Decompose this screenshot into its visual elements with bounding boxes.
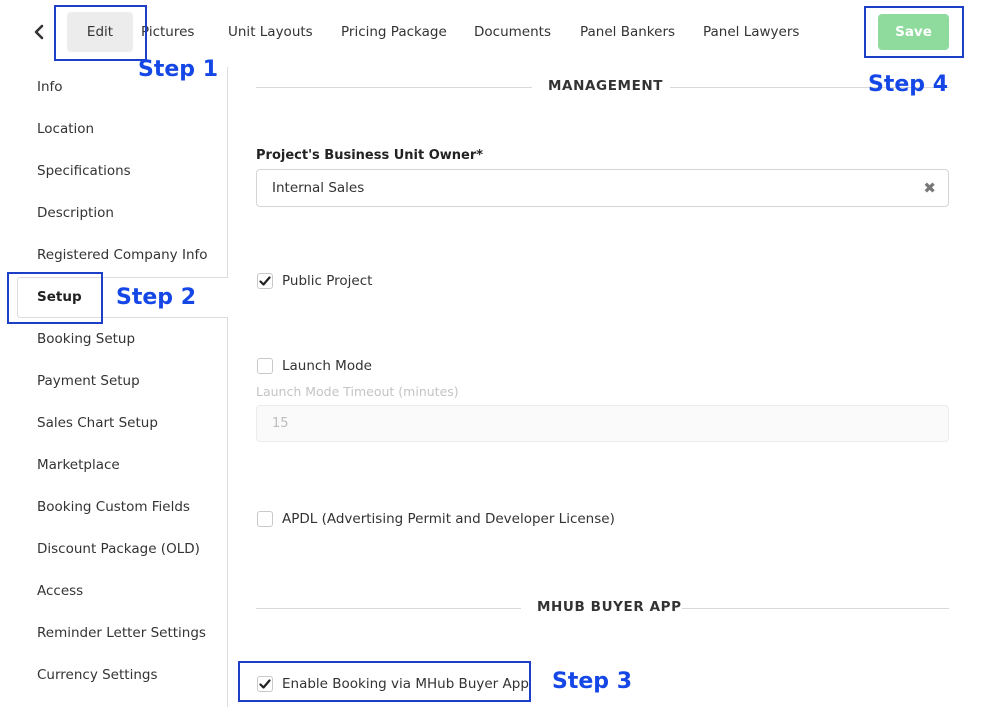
enable-booking-checkbox[interactable] xyxy=(257,676,273,692)
step2-label: Step 2 xyxy=(116,285,196,310)
sidebar-item-registered-company-info[interactable]: Registered Company Info xyxy=(37,245,208,265)
sidebar-item-setup[interactable]: Setup xyxy=(37,287,82,307)
buyer-section-divider-right xyxy=(682,608,949,609)
owner-select[interactable]: Internal Sales ✖ xyxy=(256,169,949,207)
launch-mode-checkbox[interactable] xyxy=(257,358,273,374)
save-button[interactable]: Save xyxy=(878,14,949,50)
sidebar-item-booking-custom-fields[interactable]: Booking Custom Fields xyxy=(37,497,190,517)
tab-edit[interactable]: Edit xyxy=(67,12,133,52)
management-section-title: MANAGEMENT xyxy=(548,78,664,94)
launch-timeout-value: 15 xyxy=(272,416,289,431)
step4-label: Step 4 xyxy=(868,72,948,97)
owner-select-value: Internal Sales xyxy=(272,180,365,196)
tab-panel-bankers[interactable]: Panel Bankers xyxy=(580,12,675,52)
sidebar-item-payment-setup[interactable]: Payment Setup xyxy=(37,371,140,391)
step1-label: Step 1 xyxy=(138,57,218,82)
back-button[interactable] xyxy=(30,20,50,44)
tab-unit-layouts[interactable]: Unit Layouts xyxy=(228,12,313,52)
enable-booking-label: Enable Booking via MHub Buyer App xyxy=(282,676,529,692)
sidebar-item-sales-chart-setup[interactable]: Sales Chart Setup xyxy=(37,413,158,433)
checkmark-icon xyxy=(259,679,271,689)
section-divider-left xyxy=(256,87,532,88)
sidebar-item-marketplace[interactable]: Marketplace xyxy=(37,455,120,475)
sidebar-item-specifications[interactable]: Specifications xyxy=(37,161,131,181)
tab-pictures[interactable]: Pictures xyxy=(141,12,194,52)
launch-timeout-label: Launch Mode Timeout (minutes) xyxy=(256,384,459,399)
sidebar-item-discount-package[interactable]: Discount Package (OLD) xyxy=(37,539,200,559)
chevron-left-icon xyxy=(34,24,44,40)
step3-label: Step 3 xyxy=(552,669,632,694)
buyer-app-section-title: MHUB BUYER APP xyxy=(537,599,682,615)
launch-mode-label: Launch Mode xyxy=(282,358,372,374)
sidebar-item-location[interactable]: Location xyxy=(37,119,94,139)
public-project-label: Public Project xyxy=(282,273,373,289)
sidebar-item-reminder-letter-settings[interactable]: Reminder Letter Settings xyxy=(37,623,206,643)
sidebar-item-access[interactable]: Access xyxy=(37,581,83,601)
tab-panel-lawyers[interactable]: Panel Lawyers xyxy=(703,12,799,52)
apdl-label: APDL (Advertising Permit and Developer L… xyxy=(282,511,615,527)
sidebar-item-currency-settings[interactable]: Currency Settings xyxy=(37,665,158,685)
sidebar-item-booking-setup[interactable]: Booking Setup xyxy=(37,329,135,349)
owner-field-label: Project's Business Unit Owner* xyxy=(256,148,484,163)
apdl-checkbox[interactable] xyxy=(257,511,273,527)
sidebar-item-description[interactable]: Description xyxy=(37,203,114,223)
clear-icon[interactable]: ✖ xyxy=(923,170,936,206)
launch-timeout-input: 15 xyxy=(256,405,949,442)
sidebar-item-info[interactable]: Info xyxy=(37,77,63,97)
sidebar-divider xyxy=(227,67,228,707)
tab-documents[interactable]: Documents xyxy=(474,12,551,52)
checkmark-icon xyxy=(259,276,271,286)
tab-pricing-package[interactable]: Pricing Package xyxy=(341,12,447,52)
buyer-section-divider-left xyxy=(256,608,521,609)
public-project-checkbox[interactable] xyxy=(257,273,273,289)
